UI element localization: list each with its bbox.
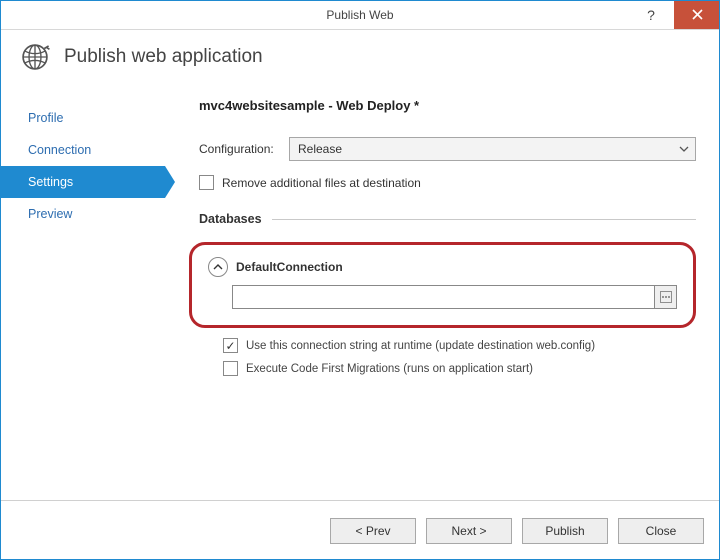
window-controls: ? — [628, 0, 720, 29]
connection-string-browse-button[interactable] — [655, 285, 677, 309]
configuration-label: Configuration: — [199, 142, 289, 156]
help-button[interactable]: ? — [628, 0, 674, 29]
close-window-button[interactable] — [674, 0, 720, 29]
prev-button[interactable]: < Prev — [330, 518, 416, 544]
profile-title: mvc4websitesample - Web Deploy * — [199, 98, 696, 113]
sidebar-item-connection[interactable]: Connection — [0, 134, 165, 166]
globe-icon — [18, 40, 52, 74]
titlebar: Publish Web ? — [0, 0, 720, 30]
remove-files-label: Remove additional files at destination — [222, 176, 421, 190]
window-title: Publish Web — [0, 8, 720, 22]
sidebar-item-label: Settings — [28, 175, 73, 189]
dialog-header: Publish web application — [0, 30, 720, 92]
section-divider — [272, 219, 696, 220]
use-runtime-label: Use this connection string at runtime (u… — [246, 340, 595, 352]
use-runtime-checkbox[interactable] — [223, 338, 238, 353]
collapse-connection-button[interactable] — [208, 257, 228, 277]
sidebar-item-label: Profile — [28, 111, 63, 125]
databases-section-label: Databases — [199, 212, 262, 226]
sidebar-item-label: Preview — [28, 207, 72, 221]
configuration-value: Release — [298, 142, 342, 156]
publish-button[interactable]: Publish — [522, 518, 608, 544]
ellipsis-icon — [660, 291, 672, 303]
sidebar-item-label: Connection — [28, 143, 91, 157]
connection-name: DefaultConnection — [236, 260, 343, 274]
chevron-down-icon — [679, 144, 689, 154]
connection-string-input[interactable] — [232, 285, 655, 309]
next-button[interactable]: Next > — [426, 518, 512, 544]
connection-highlight: DefaultConnection — [189, 242, 696, 328]
code-first-checkbox[interactable] — [223, 361, 238, 376]
button-label: Publish — [545, 524, 584, 538]
dialog-title: Publish web application — [64, 46, 263, 68]
sidebar-item-settings[interactable]: Settings — [0, 166, 165, 198]
wizard-sidebar: Profile Connection Settings Preview — [0, 92, 165, 384]
configuration-select[interactable]: Release — [289, 137, 696, 161]
content-pane: mvc4websitesample - Web Deploy * Configu… — [165, 92, 720, 384]
code-first-label: Execute Code First Migrations (runs on a… — [246, 363, 533, 375]
chevron-up-icon — [213, 262, 223, 272]
sidebar-item-preview[interactable]: Preview — [0, 198, 165, 230]
button-label: Close — [646, 524, 677, 538]
close-icon — [692, 9, 703, 20]
close-button[interactable]: Close — [618, 518, 704, 544]
dialog-footer: < Prev Next > Publish Close — [0, 500, 720, 560]
button-label: Next > — [451, 524, 486, 538]
remove-files-checkbox[interactable] — [199, 175, 214, 190]
sidebar-item-profile[interactable]: Profile — [0, 102, 165, 134]
button-label: < Prev — [355, 524, 390, 538]
